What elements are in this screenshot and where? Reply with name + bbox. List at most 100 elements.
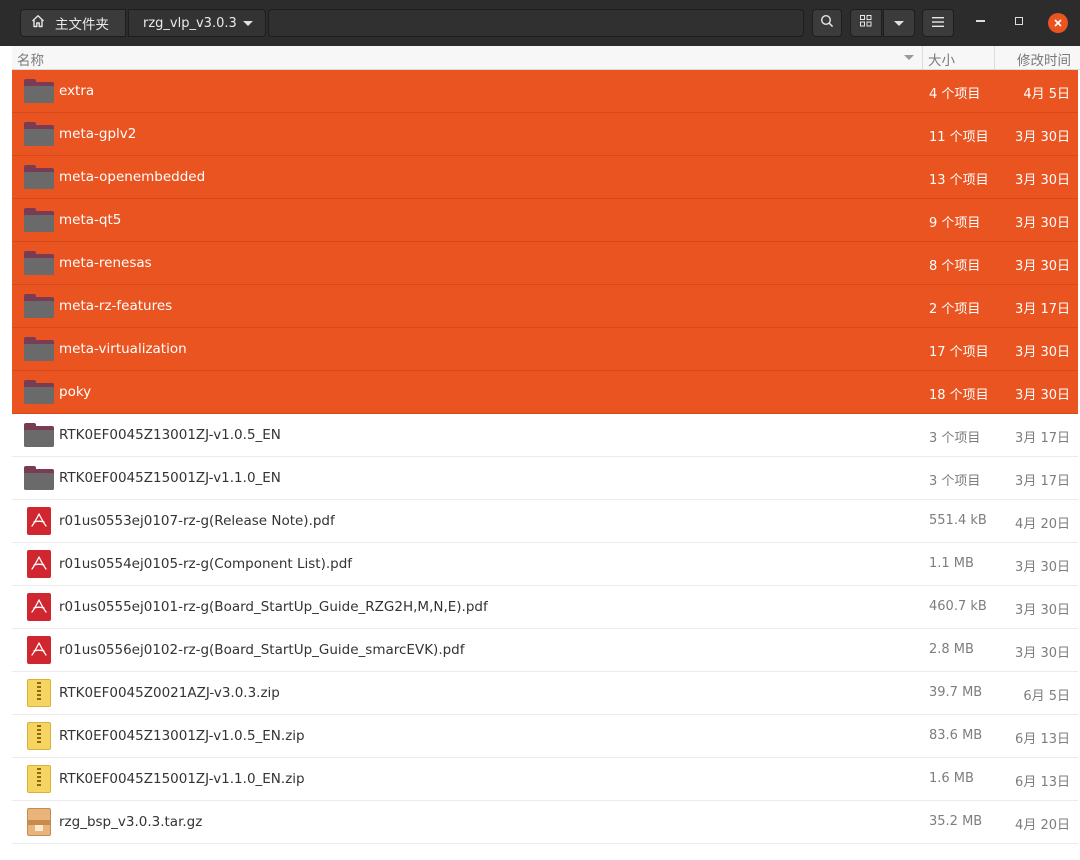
pdf-file-icon: [24, 507, 54, 535]
path-bar-empty-area[interactable]: [268, 9, 804, 37]
maximize-icon[interactable]: [1015, 17, 1023, 25]
table-row[interactable]: meta-qt5 9 个项目 3月 30日: [12, 199, 1078, 242]
table-row[interactable]: rzg_bsp_v3.0.3.tar.gz 35.2 MB 4月 20日: [12, 801, 1078, 844]
column-header: 名称 大小 修改时间: [12, 46, 1080, 70]
table-row[interactable]: r01us0554ej0105-rz-g(Component List).pdf…: [12, 543, 1078, 586]
file-modified: 4月 20日: [1015, 818, 1070, 833]
table-row[interactable]: RTK0EF0045Z15001ZJ-v1.1.0_EN.zip 1.6 MB …: [12, 758, 1078, 801]
file-name: meta-virtualization: [59, 341, 187, 357]
file-modified: 3月 17日: [1015, 474, 1070, 489]
hamburger-menu-icon: [932, 16, 944, 31]
folder-icon: [24, 163, 54, 191]
path-home-label: 主文件夹: [55, 17, 109, 33]
folder-icon: [24, 378, 54, 406]
file-modified: 3月 30日: [1015, 216, 1070, 231]
file-name: meta-gplv2: [59, 126, 137, 142]
path-current-label: rzg_vlp_v3.0.3: [143, 15, 237, 31]
folder-icon: [24, 464, 54, 492]
file-modified: 3月 17日: [1015, 431, 1070, 446]
table-row[interactable]: meta-openembedded 13 个项目 3月 30日: [12, 156, 1078, 199]
table-row[interactable]: RTK0EF0045Z13001ZJ-v1.0.5_EN 3 个项目 3月 17…: [12, 414, 1078, 457]
file-modified: 3月 30日: [1015, 173, 1070, 188]
file-name: RTK0EF0045Z15001ZJ-v1.1.0_EN: [59, 470, 281, 486]
file-name: RTK0EF0045Z15001ZJ-v1.1.0_EN.zip: [59, 771, 305, 787]
file-size: 17 个项目: [929, 345, 989, 360]
table-row[interactable]: meta-renesas 8 个项目 3月 30日: [12, 242, 1078, 285]
pdf-file-icon: [24, 593, 54, 621]
sort-descending-icon: [904, 55, 914, 60]
file-name: rzg_bsp_v3.0.3.tar.gz: [59, 814, 203, 830]
table-row[interactable]: poky 18 个项目 3月 30日: [12, 371, 1078, 414]
file-modified: 3月 30日: [1015, 130, 1070, 145]
file-name: meta-qt5: [59, 212, 122, 228]
column-name-header[interactable]: 名称: [17, 49, 44, 69]
file-modified: 3月 30日: [1015, 259, 1070, 274]
file-name: r01us0555ej0101-rz-g(Board_StartUp_Guide…: [59, 599, 488, 615]
file-size: 3 个项目: [929, 474, 981, 489]
file-modified: 3月 30日: [1015, 646, 1070, 661]
file-size: 4 个项目: [929, 87, 981, 102]
main-menu-button[interactable]: [922, 9, 954, 37]
file-size: 8 个项目: [929, 259, 981, 274]
file-modified: 6月 13日: [1015, 732, 1070, 747]
column-modified-header[interactable]: 修改时间: [1017, 49, 1071, 69]
table-row[interactable]: r01us0556ej0102-rz-g(Board_StartUp_Guide…: [12, 629, 1078, 672]
file-modified: 6月 5日: [1023, 689, 1070, 704]
file-size: 18 个项目: [929, 388, 989, 403]
grid-view-icon: [860, 15, 872, 31]
file-name: extra: [59, 83, 95, 99]
path-button-home[interactable]: 主文件夹: [20, 9, 126, 37]
path-button-current[interactable]: rzg_vlp_v3.0.3: [128, 9, 266, 37]
file-name: meta-openembedded: [59, 169, 206, 185]
table-row[interactable]: RTK0EF0045Z13001ZJ-v1.0.5_EN.zip 83.6 MB…: [12, 715, 1078, 758]
file-name: poky: [59, 384, 92, 400]
search-button[interactable]: [812, 9, 842, 37]
close-icon: [1054, 16, 1062, 31]
search-icon: [820, 14, 834, 32]
file-size: 13 个项目: [929, 173, 989, 188]
file-list: extra 4 个项目 4月 5日 meta-gplv2 11 个项目 3月 3…: [12, 70, 1078, 844]
table-row[interactable]: meta-rz-features 2 个项目 3月 17日: [12, 285, 1078, 328]
chevron-down-icon: [243, 21, 253, 26]
close-button[interactable]: [1048, 13, 1068, 33]
folder-icon: [24, 77, 54, 105]
file-name: r01us0554ej0105-rz-g(Component List).pdf: [59, 556, 353, 572]
column-divider[interactable]: [922, 46, 923, 69]
folder-icon: [24, 206, 54, 234]
header-bar: 主文件夹 rzg_vlp_v3.0.3: [0, 0, 1080, 46]
file-modified: 3月 30日: [1015, 388, 1070, 403]
zip-archive-icon: [24, 765, 54, 793]
file-modified: 4月 5日: [1023, 87, 1070, 102]
column-divider[interactable]: [994, 46, 995, 69]
file-modified: 3月 30日: [1015, 560, 1070, 575]
file-modified: 6月 13日: [1015, 775, 1070, 790]
table-row[interactable]: extra 4 个项目 4月 5日: [12, 70, 1078, 113]
zip-archive-icon: [24, 679, 54, 707]
file-size: 39.7 MB: [929, 685, 983, 700]
table-row[interactable]: meta-gplv2 11 个项目 3月 30日: [12, 113, 1078, 156]
table-row[interactable]: r01us0553ej0107-rz-g(Release Note).pdf 5…: [12, 500, 1078, 543]
file-size: 2 个项目: [929, 302, 981, 317]
table-row[interactable]: RTK0EF0045Z0021AZJ-v3.0.3.zip 39.7 MB 6月…: [12, 672, 1078, 715]
file-name: r01us0553ej0107-rz-g(Release Note).pdf: [59, 513, 335, 529]
table-row[interactable]: meta-virtualization 17 个项目 3月 30日: [12, 328, 1078, 371]
minimize-icon[interactable]: [976, 20, 985, 22]
pdf-file-icon: [24, 636, 54, 664]
file-name: r01us0556ej0102-rz-g(Board_StartUp_Guide…: [59, 642, 465, 658]
table-row[interactable]: r01us0555ej0101-rz-g(Board_StartUp_Guide…: [12, 586, 1078, 629]
file-size: 3 个项目: [929, 431, 981, 446]
file-size: 1.1 MB: [929, 556, 974, 571]
file-size: 9 个项目: [929, 216, 981, 231]
folder-icon: [24, 120, 54, 148]
folder-icon: [24, 335, 54, 363]
folder-icon: [24, 292, 54, 320]
file-name: RTK0EF0045Z13001ZJ-v1.0.5_EN.zip: [59, 728, 305, 744]
file-name: RTK0EF0045Z13001ZJ-v1.0.5_EN: [59, 427, 281, 443]
column-size-header[interactable]: 大小: [928, 49, 955, 69]
file-size: 1.6 MB: [929, 771, 974, 786]
table-row[interactable]: RTK0EF0045Z15001ZJ-v1.1.0_EN 3 个项目 3月 17…: [12, 457, 1078, 500]
view-toggle-button[interactable]: [850, 9, 882, 37]
file-modified: 3月 17日: [1015, 302, 1070, 317]
view-options-button[interactable]: [883, 9, 915, 37]
file-size: 83.6 MB: [929, 728, 983, 743]
